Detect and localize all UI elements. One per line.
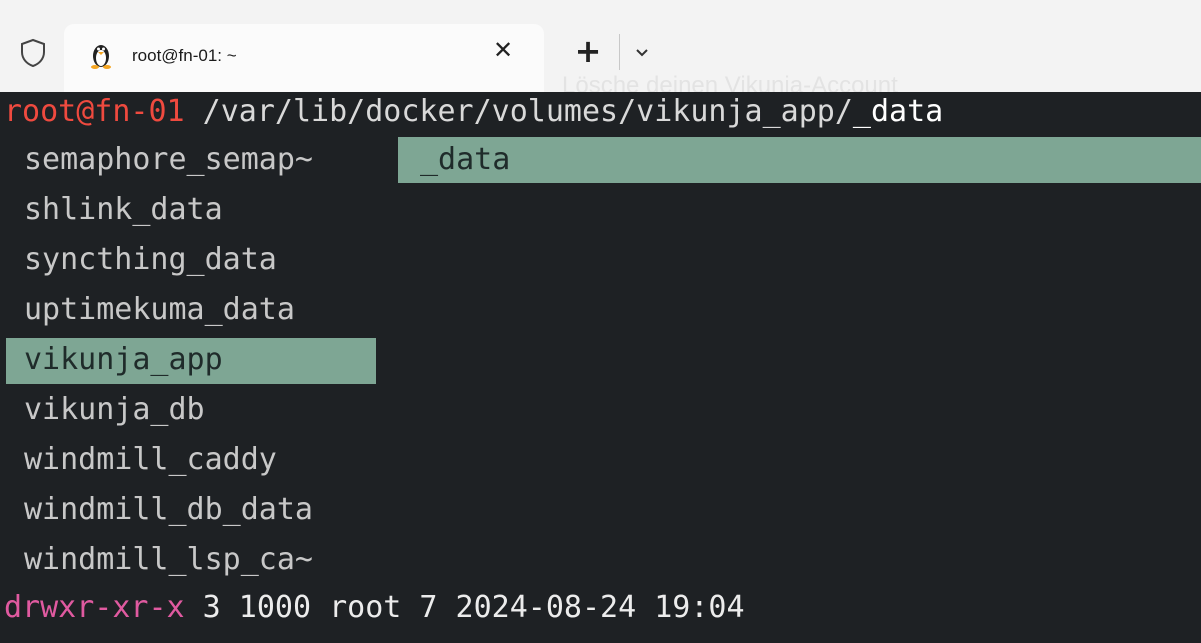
prompt-user: root@fn-01 (4, 94, 185, 129)
list-item[interactable]: windmill_caddy (24, 440, 277, 480)
status-details: 3 1000 root 7 2024-08-24 19:04 (184, 590, 745, 625)
list-item[interactable]: syncthing_data (24, 240, 277, 280)
list-item[interactable]: uptimekuma_data (24, 290, 295, 330)
status-line: drwxr-xr-x 3 1000 root 7 2024-08-24 19:0… (4, 588, 745, 628)
chevron-down-icon[interactable] (632, 42, 652, 62)
list-item[interactable]: semaphore_semap~ (24, 140, 313, 180)
new-tab-button[interactable]: + (572, 35, 604, 68)
list-item-right[interactable]: _data (420, 140, 510, 180)
tab-divider (619, 34, 620, 70)
close-icon[interactable]: ✕ (489, 36, 517, 64)
tux-icon (91, 45, 111, 69)
list-item[interactable]: windmill_db_data (24, 490, 313, 530)
list-item[interactable]: windmill_lsp_ca~ (24, 540, 313, 580)
list-item[interactable]: shlink_data (24, 190, 223, 230)
shield-icon[interactable] (20, 38, 46, 68)
status-permissions: drwxr-xr-x (4, 590, 185, 625)
prompt-line: root@fn-01 /var/lib/docker/volumes/vikun… (4, 92, 943, 132)
prompt-tail: _data (852, 94, 944, 129)
selection-highlight-right (398, 137, 1201, 183)
tab-title: root@fn-01: ~ (132, 46, 237, 65)
tab-terminal[interactable]: root@fn-01: ~ ✕ (64, 24, 544, 92)
tab-bar: root@fn-01: ~ ✕ + Lösche deinen Vikunja-… (0, 0, 1201, 99)
list-item-selected[interactable]: vikunja_app (24, 340, 223, 380)
terminal[interactable]: root@fn-01 /var/lib/docker/volumes/vikun… (0, 92, 1201, 643)
list-item[interactable]: vikunja_db (24, 390, 205, 430)
prompt-path: /var/lib/docker/volumes/vikunja_app/ (184, 94, 853, 129)
